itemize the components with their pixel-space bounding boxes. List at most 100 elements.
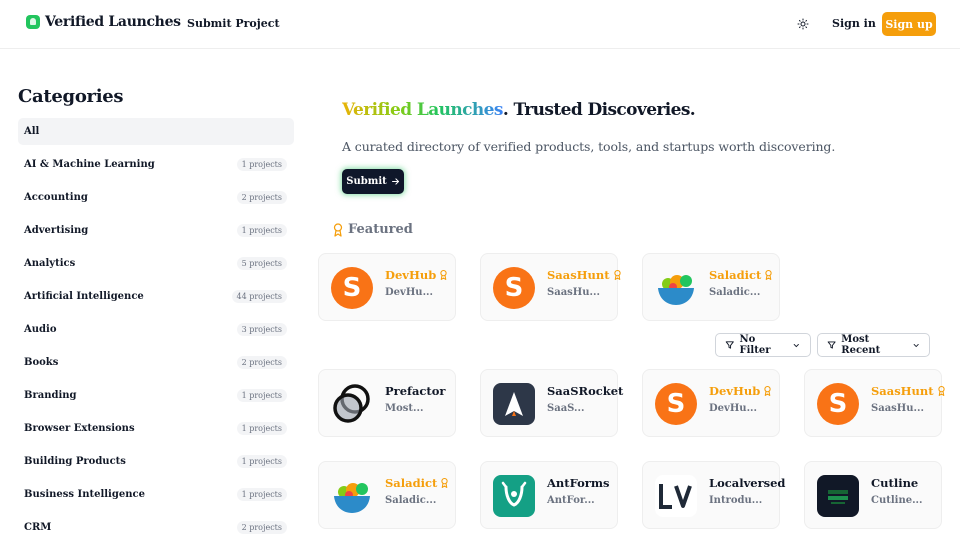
- project-card-cutline[interactable]: Cutline Cutline...: [804, 461, 942, 529]
- cutline-logo-icon: [817, 475, 859, 517]
- category-list: All AI & Machine Learning 1 projects Accoun…: [18, 118, 294, 540]
- category-filter-dropdown[interactable]: No Filter: [715, 333, 811, 357]
- category-count-badge: 1 projects: [236, 389, 287, 402]
- category-label: Building Products: [24, 456, 126, 467]
- featured-card-saladict[interactable]: Saladict Saladic...: [642, 253, 780, 321]
- category-label: Branding: [24, 390, 77, 401]
- category-label: Advertising: [24, 225, 89, 236]
- hero-title-rest: . Trusted Discoveries.: [502, 100, 696, 120]
- sort-value: Most Recent: [841, 334, 881, 356]
- card-description: Most...: [385, 403, 424, 414]
- project-card-devhub[interactable]: S DevHub DevHu...: [642, 369, 780, 437]
- category-item[interactable]: Advertising 1 projects: [18, 217, 294, 244]
- category-label: Books: [24, 357, 59, 368]
- sign-in-link[interactable]: Sign in: [832, 17, 876, 30]
- project-card-localversed[interactable]: Localversed Introdu...: [642, 461, 785, 529]
- category-item[interactable]: Business Intelligence 1 projects: [18, 481, 294, 508]
- category-label: Audio: [24, 324, 57, 335]
- category-count-badge: 2 projects: [236, 521, 287, 534]
- category-item[interactable]: CRM 2 projects: [18, 514, 294, 540]
- devhub-logo-icon: S: [655, 383, 697, 425]
- nav-submit-project-link[interactable]: Submit Project: [187, 17, 280, 30]
- card-title: Prefactor: [385, 384, 446, 398]
- card-title: SaasHunt: [871, 384, 934, 398]
- card-title: AntForms: [547, 476, 610, 490]
- localversed-logo-icon: [655, 475, 697, 517]
- category-count-badge: 2 projects: [236, 191, 287, 204]
- category-item[interactable]: All: [18, 118, 294, 145]
- category-count-badge: 2 projects: [236, 356, 287, 369]
- card-description: SaasHu...: [547, 287, 600, 298]
- category-count-badge: 1 projects: [236, 158, 287, 171]
- project-card-saashunt[interactable]: S SaasHunt SaasHu...: [804, 369, 945, 437]
- arrow-right-icon: [391, 178, 399, 185]
- category-label: Accounting: [24, 192, 88, 203]
- category-item[interactable]: Branding 1 projects: [18, 382, 294, 409]
- saashunt-logo-icon: S: [817, 383, 859, 425]
- card-description: SaaS...: [547, 403, 585, 414]
- card-title: SaasHunt: [547, 268, 610, 282]
- verified-award-icon: [937, 385, 945, 397]
- project-card-saladict[interactable]: Saladict Saladic...: [318, 461, 456, 529]
- filter-funnel-icon: [827, 341, 836, 349]
- project-card-name: DevHub: [709, 384, 772, 398]
- card-description: Cutline...: [871, 495, 923, 506]
- category-count-badge: 1 projects: [236, 488, 287, 501]
- featured-card-name: Saladict: [709, 268, 773, 282]
- card-description: Introdu...: [709, 495, 763, 506]
- antforms-logo-icon: [493, 475, 535, 517]
- sort-dropdown[interactable]: Most Recent: [817, 333, 930, 357]
- card-description: SaasHu...: [871, 403, 924, 414]
- hero-title-highlight: Verified Launches: [342, 100, 503, 120]
- sign-up-button[interactable]: Sign up: [882, 12, 936, 36]
- devhub-logo-icon: S: [331, 267, 373, 309]
- featured-card-name: SaasHunt: [547, 268, 622, 282]
- card-description: Saladic...: [385, 495, 437, 506]
- verified-award-icon: [440, 269, 447, 281]
- project-card-name: Saladict: [385, 476, 449, 490]
- card-title: Saladict: [385, 476, 438, 490]
- hero-submit-button[interactable]: Submit: [342, 169, 404, 194]
- category-item[interactable]: Books 2 projects: [18, 349, 294, 376]
- category-item[interactable]: Browser Extensions 1 projects: [18, 415, 294, 442]
- filter-funnel-icon: [725, 341, 734, 349]
- project-card-saasrocket[interactable]: SaaSRocket SaaS...: [480, 369, 623, 437]
- card-title: DevHub: [709, 384, 761, 398]
- verified-award-icon: [765, 269, 772, 281]
- category-item[interactable]: Accounting 2 projects: [18, 184, 294, 211]
- theme-toggle-sun-icon[interactable]: [795, 16, 811, 32]
- featured-heading: Featured: [332, 222, 413, 237]
- card-description: DevHu...: [709, 403, 758, 414]
- category-count-badge: 1 projects: [236, 224, 287, 237]
- category-item[interactable]: AI & Machine Learning 1 projects: [18, 151, 294, 178]
- saashunt-logo-icon: S: [493, 267, 535, 309]
- category-label: Browser Extensions: [24, 423, 135, 434]
- card-title: DevHub: [385, 268, 437, 282]
- saladict-logo-icon: [331, 475, 373, 517]
- categories-heading: Categories: [18, 86, 124, 107]
- category-label: Artificial Intelligence: [24, 291, 144, 302]
- verified-award-icon: [764, 385, 771, 397]
- category-label: CRM: [24, 522, 52, 533]
- featured-label: Featured: [348, 222, 413, 237]
- category-item[interactable]: Analytics 5 projects: [18, 250, 294, 277]
- card-description: DevHu...: [385, 287, 434, 298]
- category-count-badge: 3 projects: [236, 323, 287, 336]
- hero-subtitle: A curated directory of verified products…: [342, 139, 836, 154]
- brand-logo[interactable]: Verified Launches: [26, 14, 181, 30]
- category-item[interactable]: Artificial Intelligence 44 projects: [18, 283, 294, 310]
- verified-award-icon: [441, 477, 448, 489]
- hero-submit-label: Submit: [346, 176, 387, 187]
- category-item[interactable]: Audio 3 projects: [18, 316, 294, 343]
- categories-sidebar: Categories All AI & Machine Learning 1 pro…: [18, 86, 294, 540]
- featured-card-devhub[interactable]: S DevHub DevHu...: [318, 253, 456, 321]
- project-card-antforms[interactable]: AntForms AntFor...: [480, 461, 618, 529]
- featured-card-name: DevHub: [385, 268, 448, 282]
- category-count-badge: 1 projects: [236, 455, 287, 468]
- category-item[interactable]: Building Products 1 projects: [18, 448, 294, 475]
- featured-card-saashunt[interactable]: S SaasHunt SaasHu...: [480, 253, 621, 321]
- category-label: Analytics: [24, 258, 76, 269]
- project-card-prefactor[interactable]: Prefactor Most...: [318, 369, 456, 437]
- category-label: AI & Machine Learning: [24, 159, 155, 170]
- category-count-badge: 1 projects: [236, 422, 287, 435]
